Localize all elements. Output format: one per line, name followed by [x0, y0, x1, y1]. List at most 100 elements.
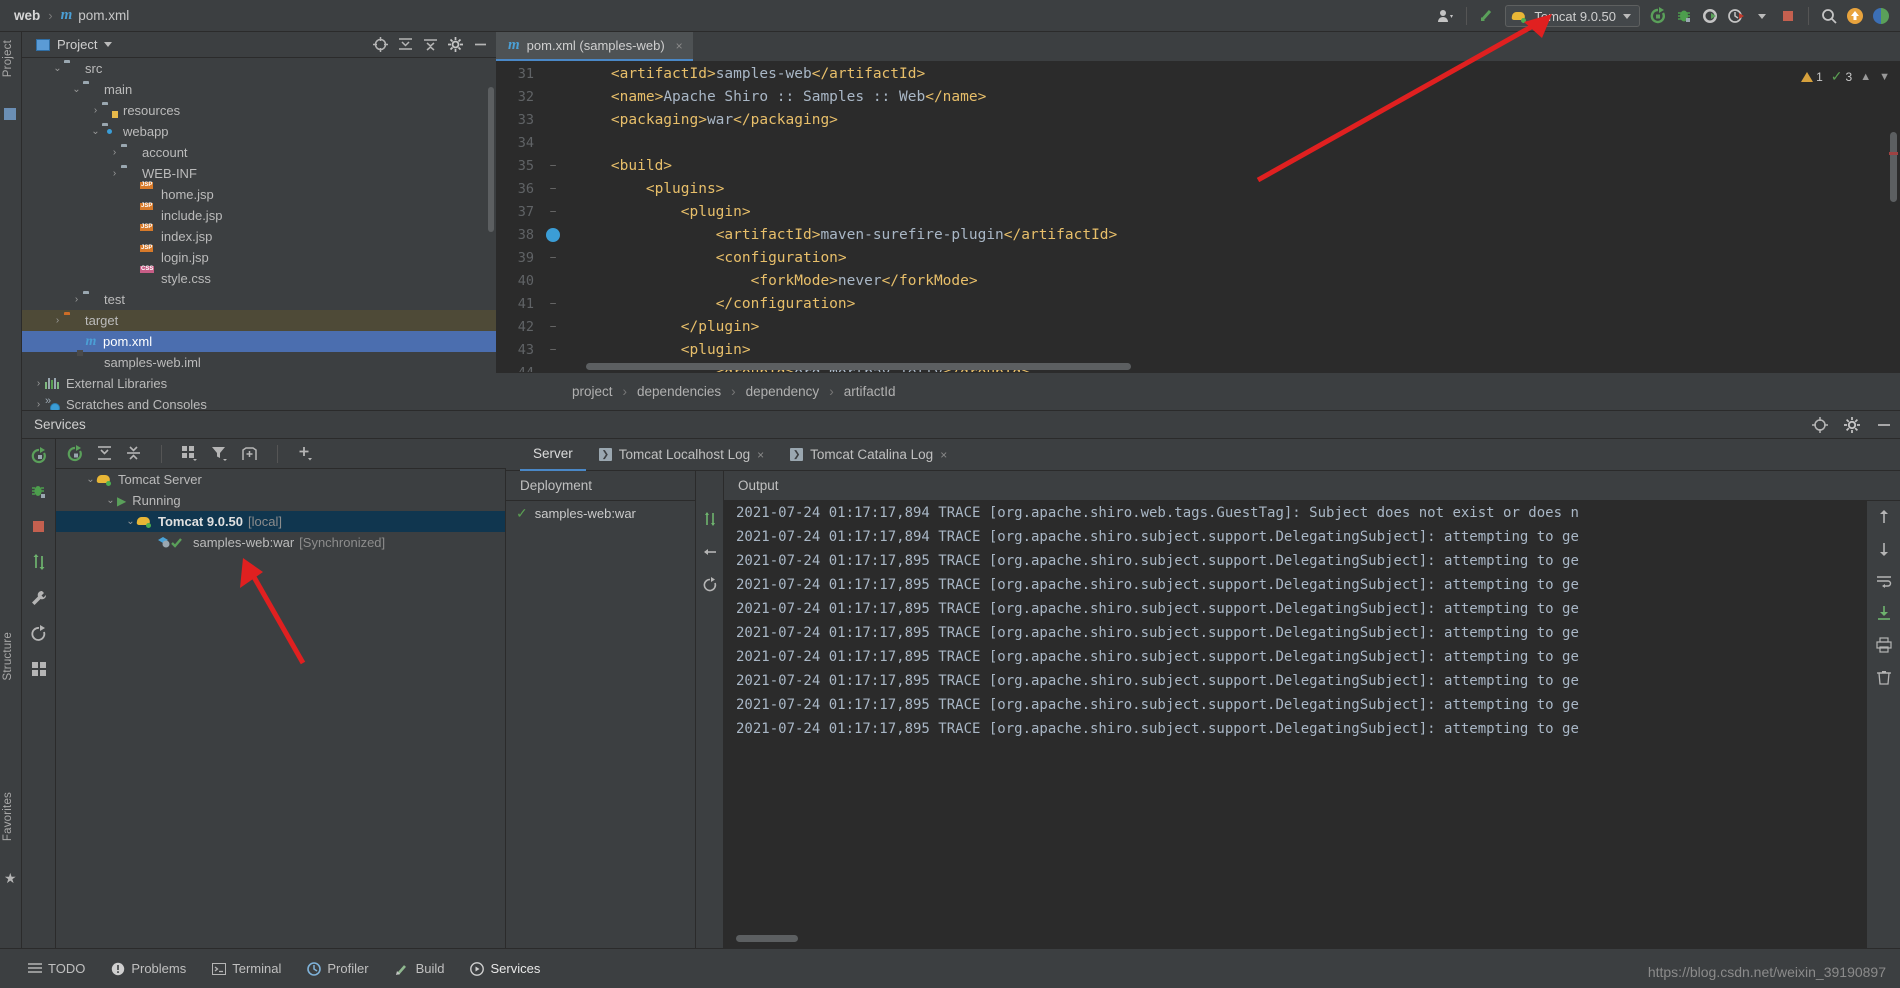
- project-tree-item[interactable]: ⌄ main: [22, 79, 496, 100]
- project-tree-item[interactable]: JSP login.jsp: [22, 244, 496, 268]
- search-icon[interactable]: [1816, 3, 1842, 29]
- fold-marker[interactable]: −: [542, 182, 564, 195]
- locate-icon[interactable]: [1812, 416, 1828, 433]
- project-tree-item[interactable]: › Scratches and Consoles: [22, 394, 496, 410]
- restart-icon[interactable]: [30, 625, 48, 643]
- title-file-label[interactable]: pom.xml: [78, 8, 129, 23]
- undeploy-icon[interactable]: [702, 544, 718, 560]
- warning-count[interactable]: 1: [1801, 70, 1823, 84]
- project-file-tree[interactable]: ⌄ src ⌄ main › resources ⌄ webapp › account › WEB-I…: [22, 58, 496, 410]
- add-tab-icon[interactable]: [241, 446, 258, 462]
- code-line[interactable]: 32 <name>Apache Shiro :: Samples :: Web<…: [496, 85, 1900, 108]
- project-tree-item[interactable]: › target: [22, 310, 496, 331]
- sync-icon[interactable]: [30, 553, 48, 571]
- chevron-right-icon[interactable]: ›: [89, 105, 102, 116]
- project-tree-item[interactable]: JSP index.jsp: [22, 223, 496, 247]
- trash-icon[interactable]: [1876, 669, 1892, 685]
- project-tree-item[interactable]: › WEB-INF: [22, 163, 496, 184]
- fold-marker[interactable]: −: [542, 297, 564, 310]
- chevron-right-icon[interactable]: ›: [32, 399, 45, 410]
- code-line[interactable]: 40 <forkMode>never</forkMode>: [496, 269, 1900, 292]
- sidebar-tab-structure[interactable]: Structure: [2, 632, 14, 680]
- chevron-right-icon[interactable]: ›: [32, 378, 45, 389]
- up-icon[interactable]: [1876, 509, 1892, 525]
- project-tree-item[interactable]: › External Libraries: [22, 373, 496, 394]
- console-horizontal-scrollbar[interactable]: [736, 935, 798, 942]
- code-line[interactable]: 36− <plugins>: [496, 177, 1900, 200]
- project-tree-item[interactable]: JSP include.jsp: [22, 202, 496, 226]
- chevron-down-icon[interactable]: ▼: [1879, 71, 1890, 83]
- add-icon[interactable]: [297, 445, 315, 462]
- services-log-tab[interactable]: ❯ Tomcat Localhost Log ×: [586, 439, 777, 471]
- filter-icon[interactable]: [211, 445, 229, 462]
- chevron-down-icon[interactable]: ⌄: [104, 495, 117, 506]
- scroll-to-end-icon[interactable]: [1876, 605, 1892, 621]
- stop-button[interactable]: [1775, 3, 1801, 29]
- fold-marker[interactable]: −: [542, 205, 564, 218]
- error-marker[interactable]: [1889, 152, 1898, 155]
- status-bar-item-profiler[interactable]: Profiler: [307, 961, 369, 976]
- chevron-down-icon[interactable]: [104, 42, 113, 47]
- project-tree-item[interactable]: JSP home.jsp: [22, 181, 496, 205]
- code-line[interactable]: 37− <plugin>: [496, 200, 1900, 223]
- settings-gear-icon[interactable]: [1844, 416, 1860, 433]
- code-line[interactable]: 34: [496, 131, 1900, 154]
- services-tree-item[interactable]: ⌄ Tomcat 9.0.50 [local]: [56, 511, 505, 532]
- rerun-icon[interactable]: [66, 444, 84, 463]
- code-line[interactable]: 41− </configuration>: [496, 292, 1900, 315]
- chevron-right-icon[interactable]: ›: [108, 147, 121, 158]
- breadcrumb-item[interactable]: artifactId: [844, 384, 896, 399]
- close-icon[interactable]: ×: [940, 448, 947, 462]
- hide-panel-icon[interactable]: [473, 37, 488, 52]
- code-line[interactable]: 35− <build>: [496, 154, 1900, 177]
- project-tree-item[interactable]: ⌄ src: [22, 58, 496, 79]
- chevron-down-icon[interactable]: [1749, 3, 1775, 29]
- breadcrumb[interactable]: project › dependencies › dependency › artifact…: [496, 372, 1900, 410]
- expand-all-icon[interactable]: [96, 445, 113, 462]
- dashboard-icon[interactable]: [31, 661, 47, 677]
- fold-marker[interactable]: −: [542, 320, 564, 333]
- debug-button[interactable]: [1671, 3, 1697, 29]
- editor-vertical-scrollbar[interactable]: [1890, 132, 1897, 202]
- status-bar-item-services[interactable]: Services: [470, 961, 540, 976]
- code-line[interactable]: 43− <plugin>: [496, 338, 1900, 361]
- wrench-icon[interactable]: [30, 589, 48, 607]
- sidebar-tab-project[interactable]: Project: [2, 40, 14, 77]
- run-configuration-selector[interactable]: Tomcat 9.0.50: [1505, 5, 1640, 27]
- build-hammer-icon[interactable]: [1474, 3, 1500, 29]
- project-tree-item[interactable]: CSS style.css: [22, 265, 496, 289]
- project-panel-title[interactable]: Project: [36, 37, 113, 52]
- close-icon[interactable]: ×: [676, 39, 683, 53]
- code-line[interactable]: 33 <packaging>war</packaging>: [496, 108, 1900, 131]
- deploy-icon[interactable]: [702, 511, 718, 527]
- hide-panel-icon[interactable]: [1876, 417, 1892, 433]
- services-log-tab[interactable]: Server: [520, 439, 586, 471]
- code-line[interactable]: 39− <configuration>: [496, 246, 1900, 269]
- deployment-item[interactable]: ✓ samples-web:war: [506, 501, 695, 525]
- soft-wrap-icon[interactable]: [1876, 573, 1892, 589]
- update-project-icon[interactable]: [1842, 3, 1868, 29]
- breadcrumb-item[interactable]: dependency: [746, 384, 820, 399]
- status-bar-item-problems[interactable]: Problems: [111, 961, 186, 976]
- debug-green-icon[interactable]: [30, 483, 48, 501]
- editor-tab-pom-xml[interactable]: m pom.xml (samples-web) ×: [496, 32, 693, 61]
- project-tree-item[interactable]: ⌄ webapp: [22, 121, 496, 142]
- services-log-tabs[interactable]: Server ❯ Tomcat Localhost Log × ❯ Tomcat Cata…: [506, 439, 1900, 471]
- project-tree-item[interactable]: › test: [22, 289, 496, 310]
- services-tree-item[interactable]: samples-web:war [Synchronized]: [56, 532, 505, 553]
- chevron-right-icon[interactable]: ›: [70, 294, 83, 305]
- fold-marker[interactable]: −: [542, 343, 564, 356]
- project-tree-item[interactable]: › account: [22, 142, 496, 163]
- settings-gear-icon[interactable]: [448, 37, 463, 52]
- redeploy-icon[interactable]: [702, 577, 718, 593]
- print-icon[interactable]: [1875, 637, 1892, 653]
- status-bar-item-build[interactable]: Build: [395, 961, 444, 976]
- collapse-all-icon[interactable]: [125, 445, 142, 462]
- services-tree[interactable]: ⌄ Tomcat Server ⌄ ▶ Running ⌄ Tomcat 9.0.50 [lo…: [56, 469, 506, 948]
- chevron-down-icon[interactable]: ⌄: [51, 63, 64, 74]
- chevron-down-icon[interactable]: ⌄: [124, 516, 137, 527]
- expand-all-icon[interactable]: [423, 37, 438, 52]
- project-tree-item[interactable]: m pom.xml: [22, 331, 496, 352]
- down-icon[interactable]: [1876, 541, 1892, 557]
- stop-red-icon[interactable]: [31, 519, 47, 535]
